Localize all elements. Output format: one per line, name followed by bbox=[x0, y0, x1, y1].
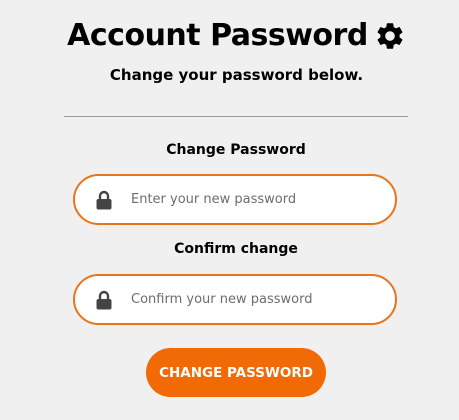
new-password-field[interactable] bbox=[73, 174, 397, 225]
divider bbox=[64, 116, 408, 117]
change-password-button[interactable]: CHANGE PASSWORD bbox=[146, 348, 326, 397]
confirm-password-label: Confirm change bbox=[174, 241, 298, 257]
page-subtitle: Change your password below. bbox=[109, 66, 364, 84]
lock-icon bbox=[95, 290, 113, 310]
gear-icon bbox=[374, 20, 406, 52]
new-password-label: Change Password bbox=[166, 142, 306, 158]
new-password-input[interactable] bbox=[129, 191, 383, 208]
lock-icon bbox=[95, 190, 113, 210]
confirm-password-field[interactable] bbox=[73, 274, 397, 325]
page-title: Account Password bbox=[67, 18, 368, 53]
confirm-password-input[interactable] bbox=[129, 291, 383, 308]
page-header: Account Password bbox=[0, 18, 459, 53]
